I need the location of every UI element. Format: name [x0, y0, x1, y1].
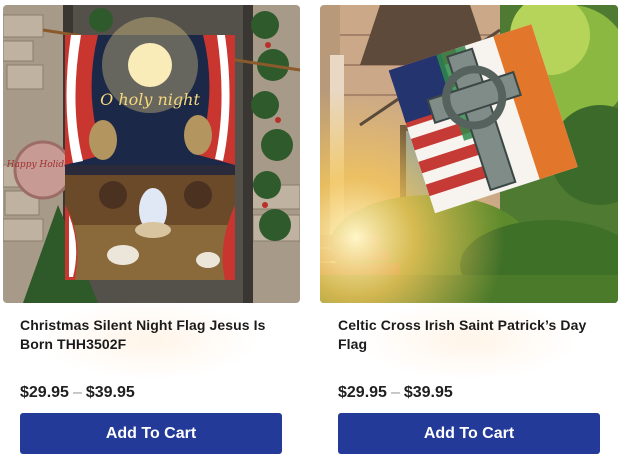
- celtic-cross-flag-image: [320, 5, 618, 303]
- add-to-cart-button[interactable]: Add To Cart: [20, 413, 282, 454]
- price-high: $39.95: [403, 384, 453, 401]
- price-range: $29.95– $39.95: [20, 384, 135, 402]
- product-title[interactable]: Christmas Silent Night Flag Jesus Is Bor…: [20, 316, 290, 354]
- product-title[interactable]: Celtic Cross Irish Saint Patrick’s Day F…: [338, 316, 608, 354]
- flag-text: O holy night: [100, 90, 200, 109]
- price-separator: –: [72, 384, 82, 401]
- add-to-cart-button[interactable]: Add To Cart: [338, 413, 600, 454]
- nativity-flag-image: Happy Holidays O holy night: [3, 5, 300, 303]
- product-image-celtic-flag[interactable]: [320, 5, 618, 303]
- price-range: $29.95– $39.95: [338, 384, 453, 402]
- product-card: Celtic Cross Irish Saint Patrick’s Day F…: [318, 0, 618, 456]
- price-low: $29.95: [338, 384, 387, 401]
- price-low: $29.95: [20, 384, 69, 401]
- price-high: $39.95: [85, 384, 135, 401]
- price-separator: –: [390, 384, 400, 401]
- product-image-nativity-flag[interactable]: Happy Holidays O holy night: [3, 5, 300, 303]
- product-card: Happy Holidays O holy night Christmas Si…: [0, 0, 300, 456]
